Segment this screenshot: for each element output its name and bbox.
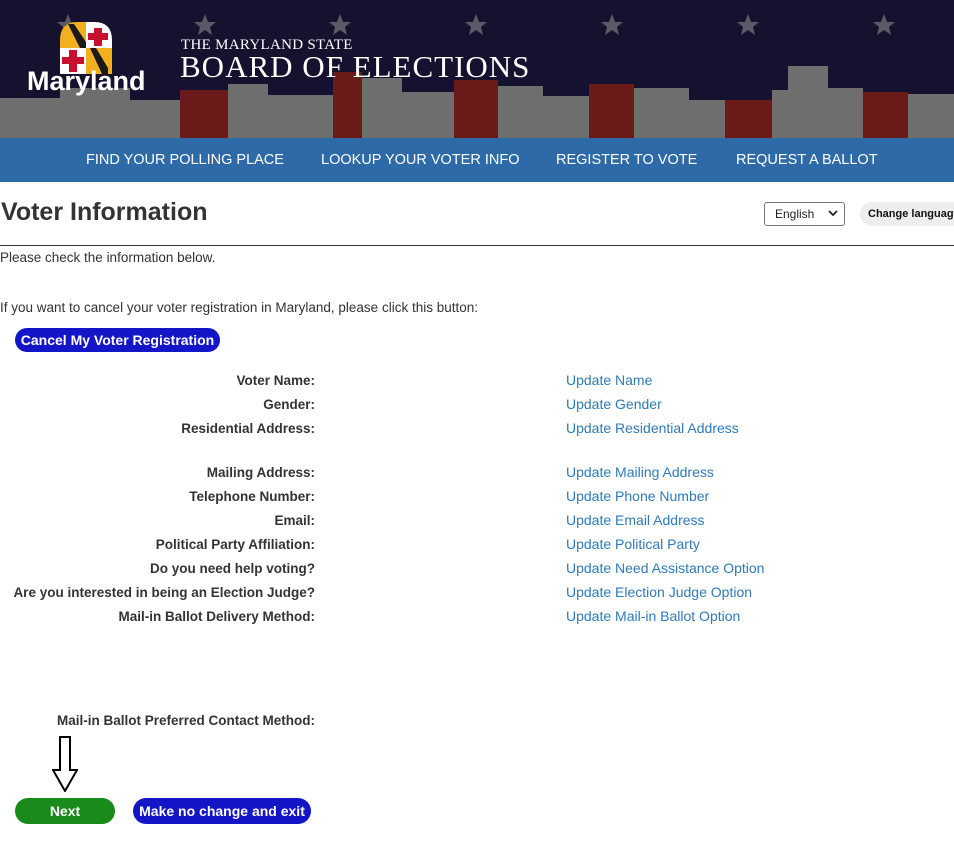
update-election-judge-link[interactable]: Update Election Judge Option [566, 584, 752, 600]
mail-in-delivery-label: Mail-in Ballot Delivery Method: [118, 609, 315, 624]
board-title-big: BOARD OF ELECTIONS [180, 49, 531, 84]
nav-register-to-vote[interactable]: REGISTER TO VOTE [556, 138, 697, 182]
change-language-button[interactable]: Change language [860, 202, 954, 226]
election-judge-label: Are you interested in being an Election … [13, 585, 315, 600]
nav-lookup-voter-info[interactable]: LOOKUP YOUR VOTER INFO [321, 138, 519, 182]
update-residential-address-link[interactable]: Update Residential Address [566, 420, 739, 436]
language-select[interactable]: English [764, 202, 845, 226]
divider [0, 245, 954, 246]
help-voting-label: Do you need help voting? [150, 561, 315, 576]
mailing-address-label: Mailing Address: [206, 465, 315, 480]
update-name-link[interactable]: Update Name [566, 372, 652, 388]
page-title: Voter Information [1, 198, 208, 226]
update-email-link[interactable]: Update Email Address [566, 512, 705, 528]
maryland-logo-text: Maryland [27, 66, 146, 96]
update-gender-link[interactable]: Update Gender [566, 396, 662, 412]
nav-request-ballot[interactable]: REQUEST A BALLOT [736, 138, 878, 182]
gender-label: Gender: [263, 397, 315, 412]
residential-address-label: Residential Address: [181, 421, 315, 436]
main-nav: FIND YOUR POLLING PLACE LOOKUP YOUR VOTE… [0, 138, 954, 182]
nav-find-polling-place[interactable]: FIND YOUR POLLING PLACE [86, 138, 284, 182]
voter-name-label: Voter Name: [236, 373, 315, 388]
update-mail-in-ballot-link[interactable]: Update Mail-in Ballot Option [566, 608, 740, 624]
cancel-registration-button[interactable]: Cancel My Voter Registration [15, 328, 220, 352]
update-phone-number-link[interactable]: Update Phone Number [566, 488, 709, 504]
exit-no-change-button[interactable]: Make no change and exit [133, 798, 311, 824]
telephone-number-label: Telephone Number: [189, 489, 315, 504]
intro-text: Please check the information below. [0, 250, 216, 265]
site-banner: Maryland THE MARYLAND STATE BOARD OF ELE… [0, 0, 954, 138]
next-button[interactable]: Next [15, 798, 115, 824]
party-affiliation-label: Political Party Affiliation: [155, 537, 315, 552]
language-select-value: English [775, 207, 815, 221]
update-need-assistance-link[interactable]: Update Need Assistance Option [566, 560, 764, 576]
update-mailing-address-link[interactable]: Update Mailing Address [566, 464, 714, 480]
preferred-contact-label: Mail-in Ballot Preferred Contact Method: [56, 713, 315, 728]
email-label: Email: [274, 513, 315, 528]
update-political-party-link[interactable]: Update Political Party [566, 536, 700, 552]
chevron-down-icon [828, 210, 838, 217]
cancel-prompt-text: If you want to cancel your voter registr… [0, 300, 478, 315]
down-arrow-icon [52, 736, 78, 792]
